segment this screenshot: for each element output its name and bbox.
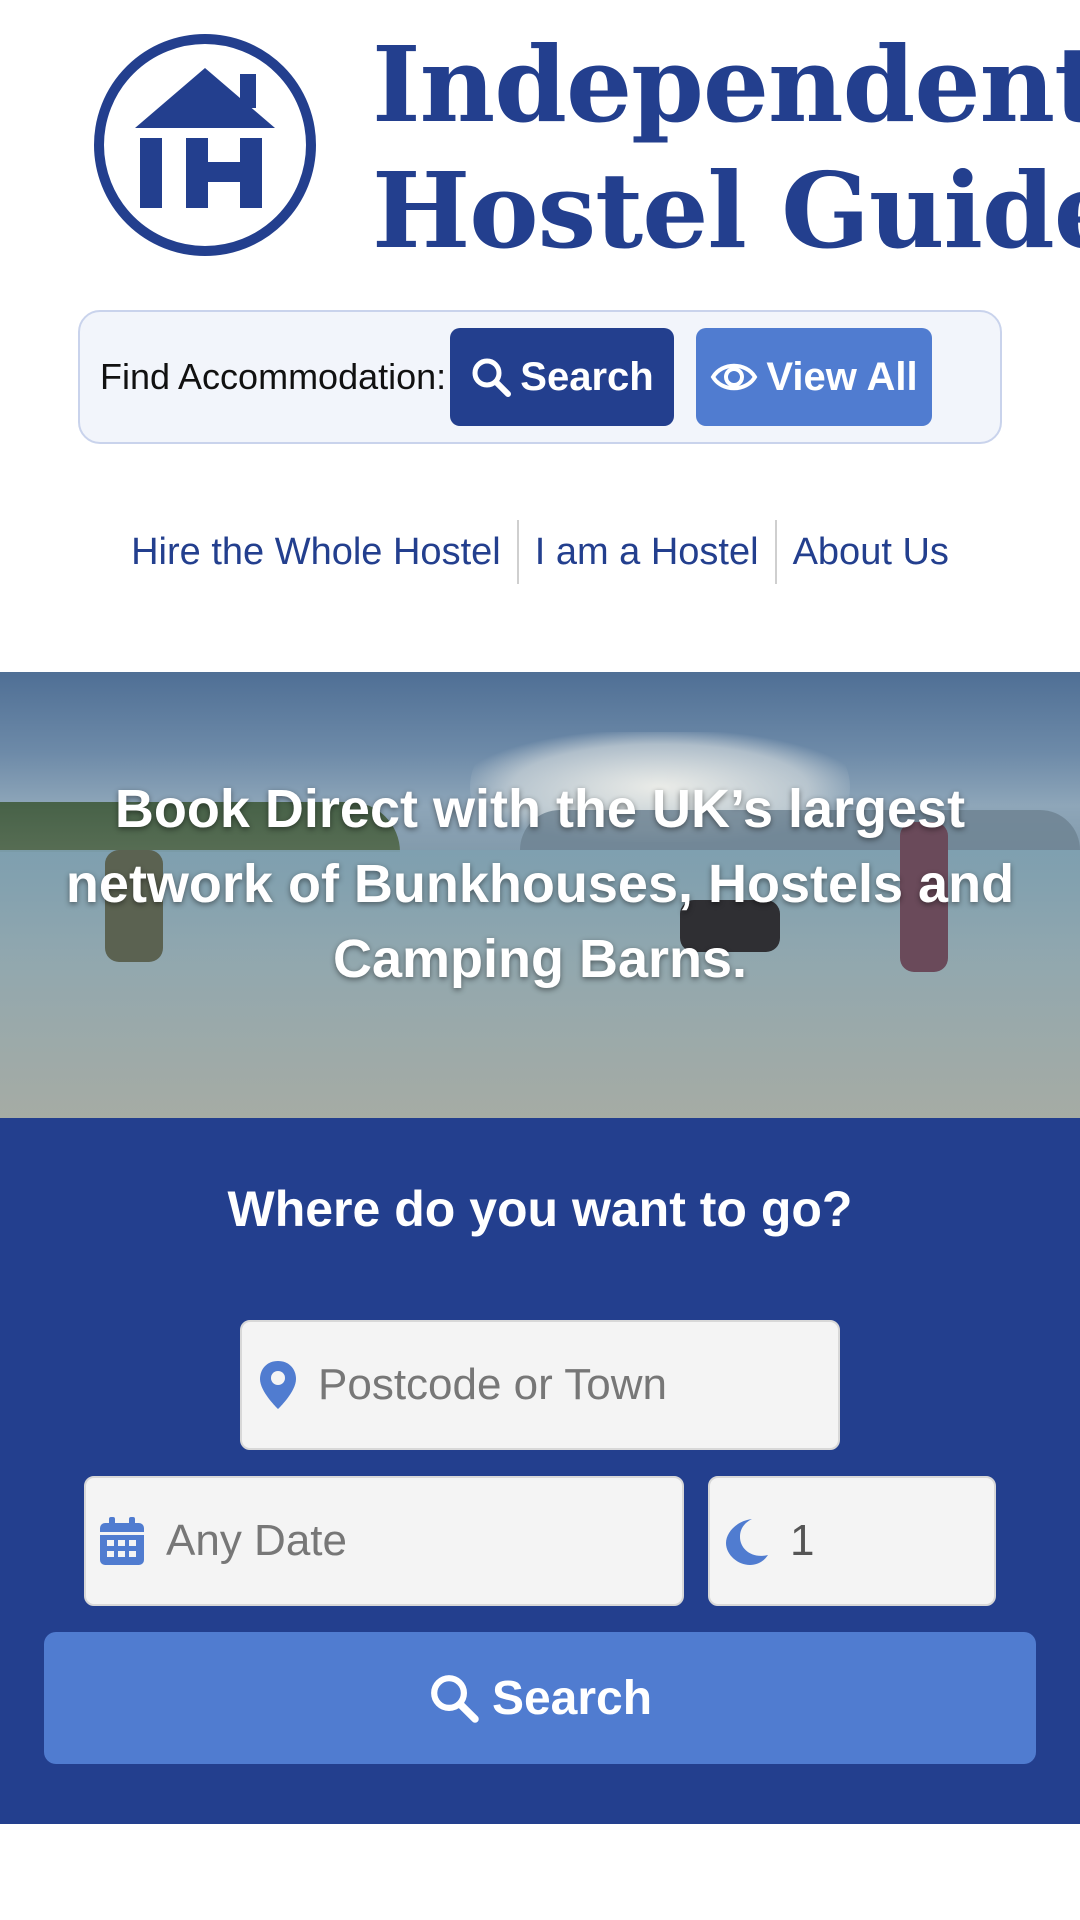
hero-banner: Book Direct with the UK’s largest networ… bbox=[0, 672, 1080, 1118]
moon-icon bbox=[722, 1515, 770, 1567]
magnifier-icon bbox=[431, 1675, 479, 1723]
logo-icon[interactable] bbox=[90, 30, 320, 260]
site-title-line1: Independent bbox=[372, 23, 1080, 146]
nav-link-i-am-a-hostel[interactable]: I am a Hostel bbox=[519, 520, 775, 584]
view-all-label: View All bbox=[766, 354, 918, 399]
search-panel: Where do you want to go? Postcode or Tow… bbox=[0, 1118, 1080, 1824]
calendar-icon bbox=[98, 1515, 146, 1567]
location-input[interactable] bbox=[316, 1359, 838, 1411]
nav-link-hire-whole-hostel[interactable]: Hire the Whole Hostel bbox=[115, 520, 517, 584]
date-field[interactable] bbox=[84, 1476, 684, 1606]
main-search-label: Search bbox=[491, 1671, 653, 1725]
view-all-button[interactable]: View All bbox=[696, 328, 932, 426]
site-title[interactable]: Independent Hostel Guide bbox=[372, 22, 1080, 274]
site-header: Independent Hostel Guide bbox=[0, 0, 1080, 300]
main-search-button[interactable]: Search bbox=[44, 1632, 1036, 1764]
hero-headline: Book Direct with the UK’s largest networ… bbox=[65, 779, 1015, 989]
search-panel-title: Where do you want to go? bbox=[227, 1181, 853, 1237]
date-input[interactable] bbox=[164, 1515, 682, 1567]
find-accommodation-bar: Find Accommodation: Search View All bbox=[78, 310, 1002, 444]
nights-field[interactable] bbox=[708, 1476, 996, 1606]
site-title-line2: Hostel Guide bbox=[372, 149, 1080, 272]
nav-link-about-us[interactable]: About Us bbox=[777, 520, 965, 584]
find-accommodation-label: Find Accommodation: bbox=[100, 356, 447, 397]
nights-input[interactable] bbox=[788, 1515, 994, 1567]
magnifier-icon bbox=[472, 358, 512, 397]
main-nav: Hire the Whole Hostel I am a Hostel Abou… bbox=[0, 520, 1080, 584]
eye-icon bbox=[711, 363, 758, 391]
map-pin-icon bbox=[258, 1359, 298, 1411]
header-search-label: Search bbox=[520, 354, 654, 399]
header-search-button[interactable]: Search bbox=[450, 328, 674, 426]
location-field[interactable] bbox=[240, 1320, 840, 1450]
